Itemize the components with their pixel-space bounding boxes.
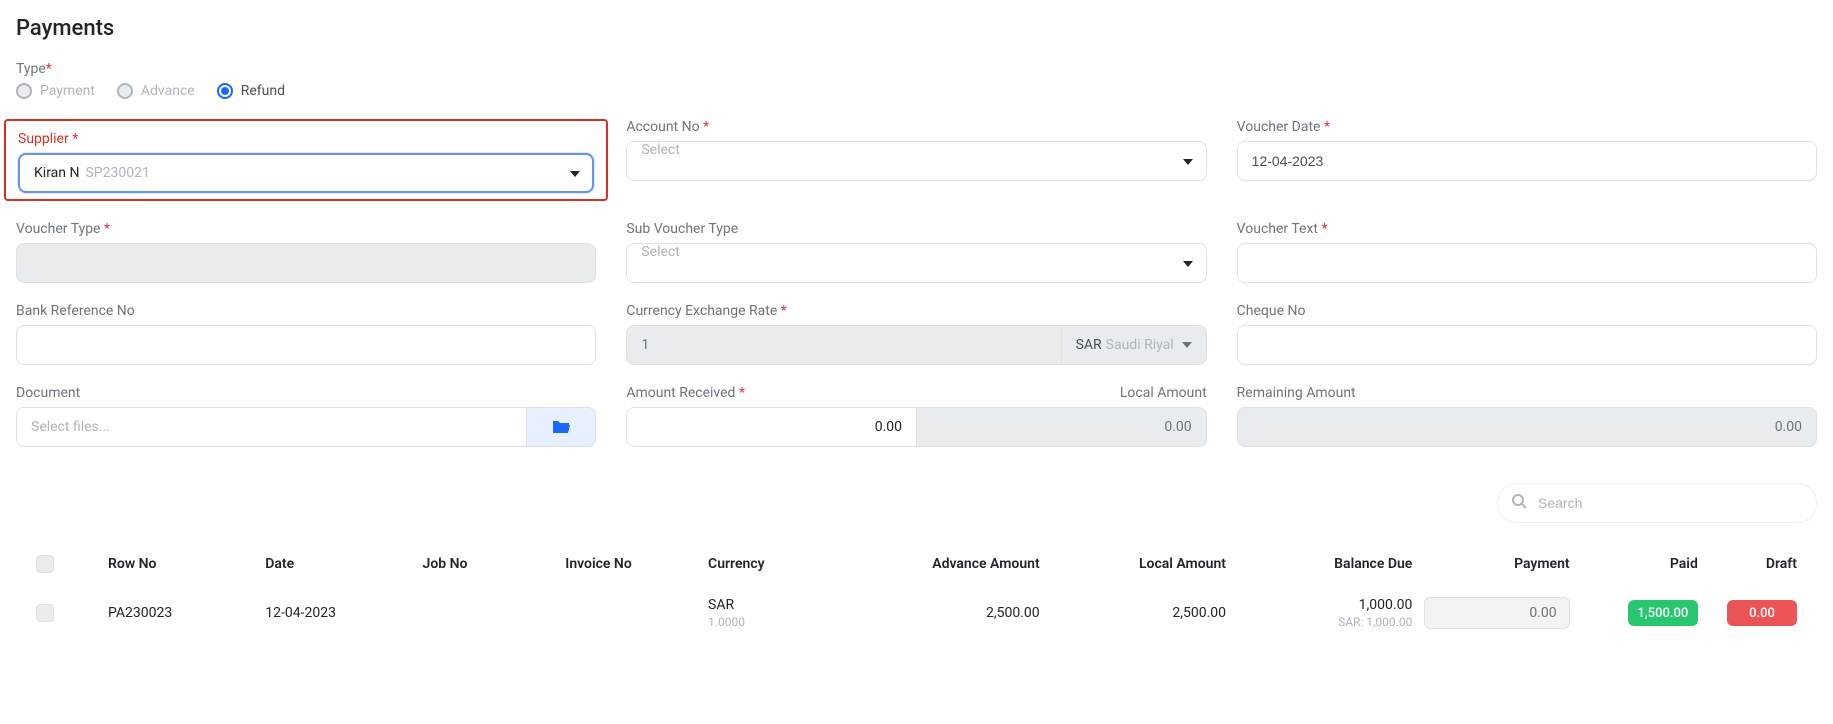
col-invoiceno: Invoice No [565, 556, 696, 572]
form-grid: Supplier * Kiran N SP230021 Account No *… [16, 119, 1817, 447]
amountreceived-field[interactable]: 0.00 [626, 407, 916, 447]
cell-draft: 0.00 [1710, 600, 1797, 626]
col-rowno: Row No [108, 556, 253, 572]
cell-rowno: PA230023 [108, 605, 253, 621]
cell-currency-rate: 1.0000 [708, 615, 853, 629]
radio-advance[interactable]: Advance [117, 83, 195, 99]
accountno-select[interactable]: Select [626, 141, 1206, 181]
vouchertype-label: Voucher Type * [16, 221, 596, 237]
radio-payment[interactable]: Payment [16, 83, 95, 99]
col-date: Date [265, 556, 410, 572]
radio-icon-advance [117, 83, 133, 99]
type-radio-group: Payment Advance Refund [16, 83, 1817, 99]
cell-balancedue-sub: SAR: 1,000.00 [1238, 615, 1412, 629]
vouchertext-field[interactable] [1237, 243, 1817, 283]
radio-refund[interactable]: Refund [217, 83, 285, 99]
radio-icon-payment [16, 83, 32, 99]
col-payment: Payment [1424, 556, 1569, 572]
cell-balancedue: 1,000.00 SAR: 1,000.00 [1238, 597, 1412, 629]
voucherdate-label: Voucher Date * [1237, 119, 1817, 135]
radio-icon-refund [217, 83, 233, 99]
search-input[interactable] [1497, 483, 1817, 523]
type-label: Type* [16, 61, 1817, 77]
document-picker[interactable]: Select files... [16, 407, 596, 447]
payment-input[interactable]: 0.00 [1424, 597, 1569, 629]
supplier-select[interactable]: Kiran N SP230021 [18, 153, 594, 193]
supplier-highlight-box: Supplier * Kiran N SP230021 [4, 119, 608, 201]
exchangerate-value[interactable]: 1 [626, 325, 1060, 365]
col-localamount: Local Amount [1052, 556, 1226, 572]
exchangerate-group: 1 SAR Saudi Riyal [626, 325, 1206, 365]
chequeno-label: Cheque No [1237, 303, 1817, 319]
folder-open-icon[interactable] [526, 407, 596, 447]
chequeno-field[interactable] [1237, 325, 1817, 365]
cell-date: 12-04-2023 [265, 605, 410, 621]
cell-payment: 0.00 [1424, 597, 1569, 629]
amountreceived-label: Amount Received * [626, 385, 745, 401]
page-title: Payments [16, 16, 1817, 41]
remaining-field: 0.00 [1237, 407, 1817, 447]
row-checkbox[interactable] [36, 604, 54, 622]
results-table: Row No Date Job No Invoice No Currency A… [16, 543, 1817, 641]
document-label: Document [16, 385, 596, 401]
supplier-code: SP230021 [85, 165, 149, 181]
supplier-label: Supplier * [18, 131, 594, 147]
radio-label-refund: Refund [241, 83, 285, 99]
bankref-label: Bank Reference No [16, 303, 596, 319]
draft-badge: 0.00 [1727, 600, 1797, 626]
search-box [1497, 483, 1817, 523]
caret-down-icon [1182, 342, 1192, 348]
select-all-checkbox[interactable] [36, 555, 54, 573]
remaining-label: Remaining Amount [1237, 385, 1817, 401]
radio-label-payment: Payment [40, 83, 95, 99]
search-icon [1511, 493, 1527, 513]
voucherdate-field[interactable] [1237, 141, 1817, 181]
exchangerate-currency[interactable]: SAR Saudi Riyal [1061, 325, 1207, 365]
paid-badge: 1,500.00 [1628, 600, 1698, 626]
bankref-field[interactable] [16, 325, 596, 365]
accountno-label: Account No * [626, 119, 1206, 135]
vouchertype-field[interactable] [16, 243, 596, 283]
table-row: PA230023 12-04-2023 SAR 1.0000 2,500.00 … [16, 585, 1817, 641]
col-balancedue: Balance Due [1238, 556, 1412, 572]
subvouchertype-select[interactable]: Select [626, 243, 1206, 283]
cell-paid: 1,500.00 [1582, 600, 1698, 626]
cell-localamount: 2,500.00 [1052, 605, 1226, 621]
cell-currency: SAR 1.0000 [708, 597, 853, 629]
localamount-label: Local Amount [1120, 385, 1207, 401]
col-currency: Currency [708, 556, 853, 572]
col-draft: Draft [1710, 556, 1797, 572]
amount-received-group: 0.00 0.00 [626, 407, 1206, 447]
document-placeholder: Select files... [16, 407, 526, 447]
subvouchertype-label: Sub Voucher Type [626, 221, 1206, 237]
table-header: Row No Date Job No Invoice No Currency A… [16, 543, 1817, 585]
supplier-name: Kiran N [34, 165, 79, 181]
cell-advanceamount: 2,500.00 [865, 605, 1039, 621]
col-advanceamount: Advance Amount [865, 556, 1039, 572]
radio-label-advance: Advance [141, 83, 195, 99]
localamount-field: 0.00 [916, 407, 1207, 447]
col-paid: Paid [1582, 556, 1698, 572]
exchangerate-label: Currency Exchange Rate * [626, 303, 1206, 319]
col-jobno: Job No [423, 556, 554, 572]
vouchertext-label: Voucher Text * [1237, 221, 1817, 237]
